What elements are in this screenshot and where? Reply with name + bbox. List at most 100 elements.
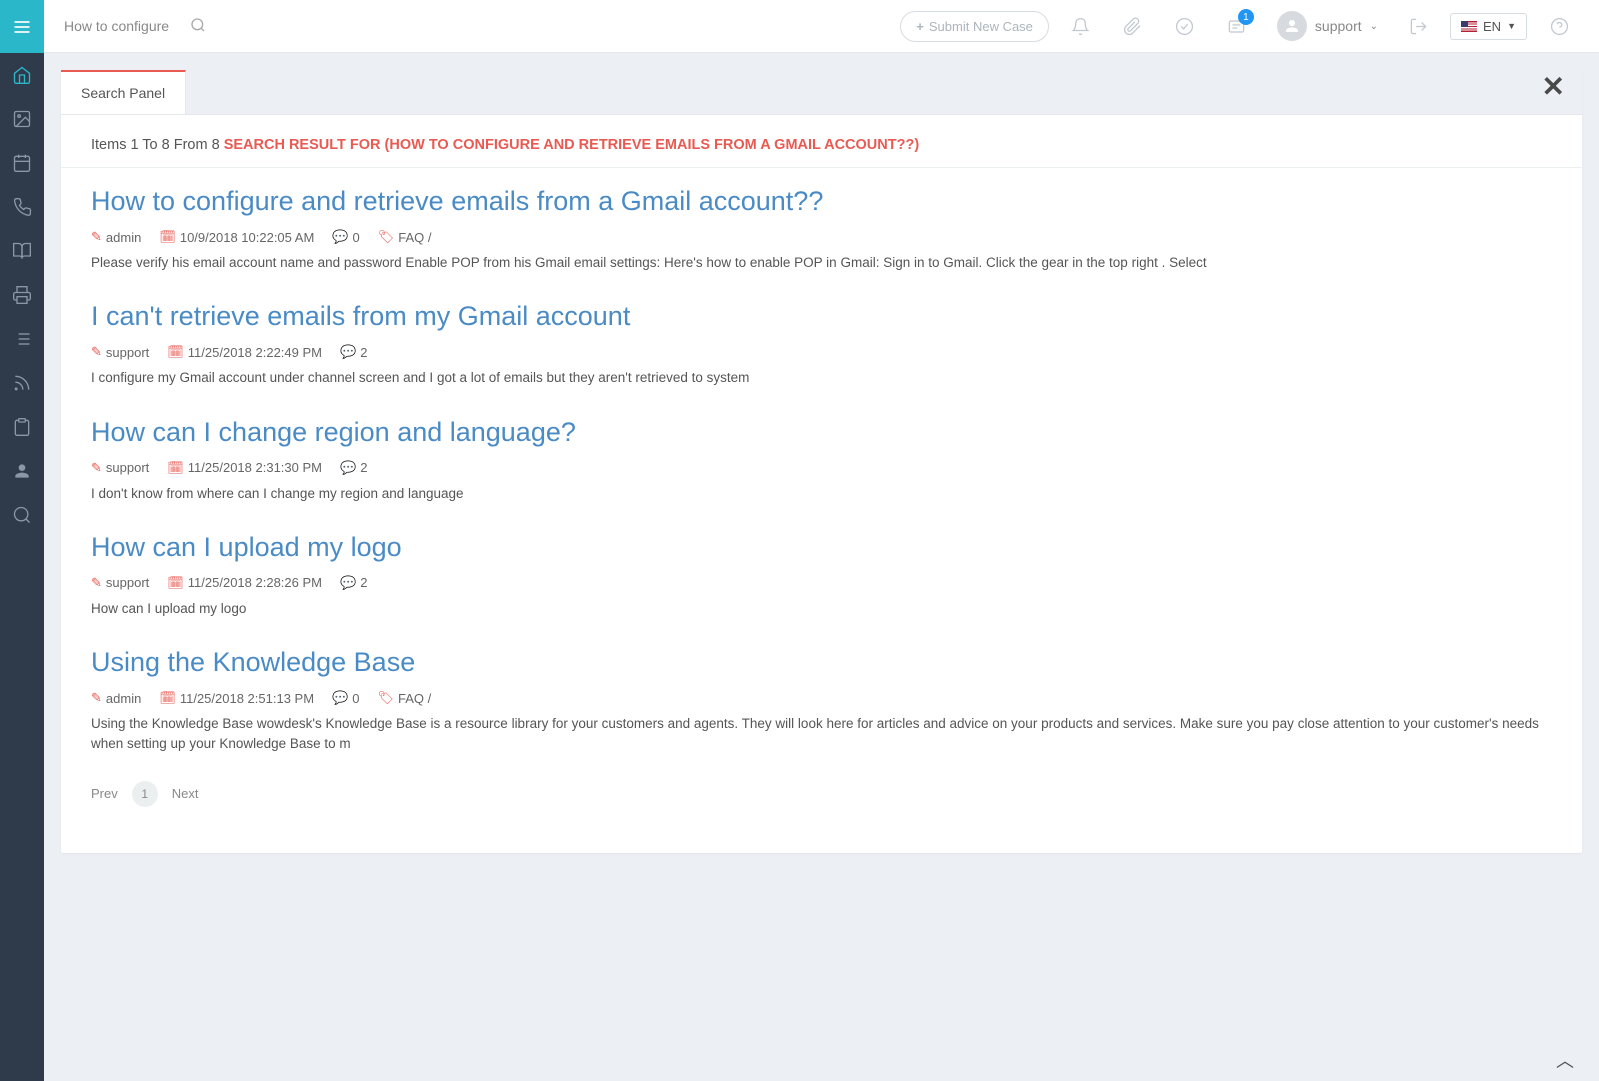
search-icon [190,17,206,33]
book-icon [12,241,32,261]
result-tag: 🏷FAQ / [378,229,432,245]
nav-home[interactable] [0,53,44,97]
search-panel: Search Panel Items 1 To 8 From 8 SEARCH … [61,70,1582,853]
list-icon [12,329,32,349]
search-result: How to configure and retrieve emails fro… [61,168,1582,283]
nav-clipboard[interactable] [0,405,44,449]
result-date: 🗓11/25/2018 2:22:49 PM [167,344,322,360]
pencil-icon: ✎ [91,344,102,360]
pencil-icon: ✎ [91,690,102,706]
submit-case-button[interactable]: + Submit New Case [900,11,1049,42]
nav-list[interactable] [0,317,44,361]
caret-down-icon: ▼ [1507,21,1516,31]
scroll-to-top[interactable]: ︿ [1556,1047,1574,1073]
us-flag-icon [1461,21,1477,32]
result-snippet: Please verify his email account name and… [91,253,1552,273]
calendar-icon [12,153,32,173]
logout-icon [1409,17,1428,36]
chevron-down-icon: ⌄ [1370,21,1378,32]
image-icon [12,109,32,129]
pencil-icon: ✎ [91,460,102,476]
pencil-icon: ✎ [91,575,102,591]
search-result: How can I change region and language? ✎su… [61,399,1582,514]
bell-icon [1071,17,1090,36]
result-author: ✎support [91,575,149,591]
nav-book[interactable] [0,229,44,273]
nav-print[interactable] [0,273,44,317]
result-date: 🗓10/9/2018 10:22:05 AM [159,229,314,245]
topbar: + Submit New Case 1 support ⌄ [44,0,1599,53]
result-comments: 💬0 [332,690,359,706]
pagination: Prev 1 Next [61,765,1582,823]
comment-icon: 💬 [340,460,356,476]
result-meta: ✎support 🗓11/25/2018 2:22:49 PM 💬2 [91,344,1552,360]
result-title[interactable]: I can't retrieve emails from my Gmail ac… [91,301,1552,332]
nav-image[interactable] [0,97,44,141]
home-icon [12,65,32,85]
paperclip-icon [1123,17,1142,36]
menu-toggle[interactable] [0,0,44,53]
search-input[interactable] [64,18,172,34]
clipboard-icon [12,417,32,437]
help-button[interactable] [1539,6,1579,46]
attachments-button[interactable] [1113,6,1153,46]
nav-search[interactable] [0,493,44,537]
nav-phone[interactable] [0,185,44,229]
language-label: EN [1483,19,1501,34]
tasks-button[interactable] [1165,6,1205,46]
pagination-prev[interactable]: Prev [91,786,118,801]
messages-button[interactable]: 1 [1217,6,1257,46]
calendar-icon: 🗓 [167,344,184,360]
search-button[interactable] [184,11,212,42]
result-author: ✎support [91,344,149,360]
sidebar [0,0,44,1081]
username: support [1315,18,1362,34]
nav-rss[interactable] [0,361,44,405]
results-header: Items 1 To 8 From 8 SEARCH RESULT FOR (H… [61,115,1582,168]
result-date: 🗓11/25/2018 2:28:26 PM [167,575,322,591]
result-tag: 🏷FAQ / [377,690,431,706]
result-snippet: I configure my Gmail account under chann… [91,368,1552,388]
user-icon [12,461,32,481]
tag-icon: 🏷 [378,229,395,245]
pagination-next[interactable]: Next [172,786,199,801]
tab-search-panel[interactable]: Search Panel [61,70,186,114]
language-selector[interactable]: EN ▼ [1450,13,1527,40]
user-menu[interactable]: support ⌄ [1277,11,1378,41]
calendar-icon: 🗓 [167,460,184,476]
result-author: ✎admin [91,229,141,245]
comment-icon: 💬 [340,575,356,591]
comment-icon: 💬 [332,690,348,706]
result-snippet: Using the Knowledge Base wowdesk's Knowl… [91,714,1552,755]
search-result: Using the Knowledge Base✎admin🗓11/25/201… [61,629,1582,765]
result-meta: ✎admin🗓10/9/2018 10:22:05 AM💬0🏷FAQ / [91,229,1552,245]
pagination-page[interactable]: 1 [132,781,158,807]
notifications-button[interactable] [1061,6,1101,46]
result-snippet: How can I upload my logo [91,599,1552,619]
result-title[interactable]: Using the Knowledge Base [91,647,1552,678]
result-comments: 💬2 [340,344,367,360]
pencil-icon: ✎ [91,229,102,245]
result-title[interactable]: How to configure and retrieve emails fro… [91,186,1552,217]
results-count: Items 1 To 8 From 8 [91,137,224,153]
plus-icon: + [916,19,924,34]
close-button[interactable]: ✕ [1542,70,1565,103]
nav-calendar[interactable] [0,141,44,185]
result-author: ✎admin [91,690,141,706]
tabs: Search Panel [61,70,1582,115]
result-title[interactable]: How can I change region and language? [91,417,1552,448]
result-title[interactable]: How can I upload my logo [91,532,1552,563]
nav-user[interactable] [0,449,44,493]
result-author: ✎support [91,460,149,476]
results-query: SEARCH RESULT FOR (HOW TO CONFIGURE AND … [224,137,919,153]
logout-button[interactable] [1398,6,1438,46]
check-circle-icon [1175,17,1194,36]
search-result: I can't retrieve emails from my Gmail ac… [61,283,1582,398]
help-icon [1550,17,1569,36]
calendar-icon: 🗓 [159,229,176,245]
result-comments: 💬2 [340,575,367,591]
comment-icon: 💬 [332,229,348,245]
result-date: 🗓11/25/2018 2:31:30 PM [167,460,322,476]
submit-case-label: Submit New Case [929,19,1033,34]
search-result: How can I upload my logo ✎support 🗓11/25/2… [61,514,1582,629]
